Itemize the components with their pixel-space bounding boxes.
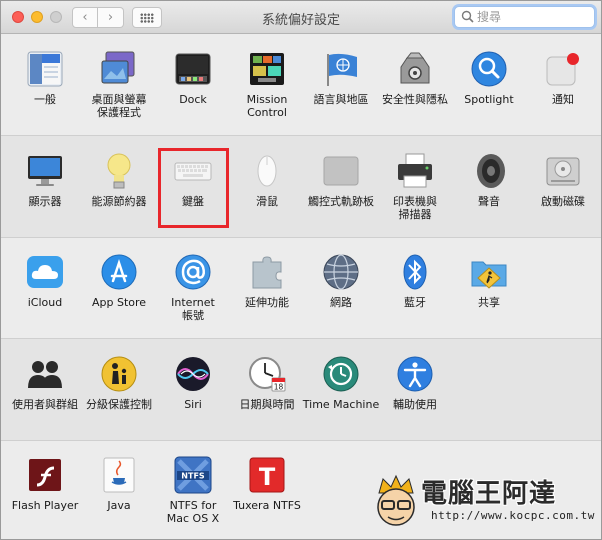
trackpad-icon — [321, 151, 361, 191]
system-preferences-window: ‹ › 系統偏好設定 一般 — [0, 0, 602, 540]
tuxera-icon: T — [247, 455, 287, 495]
pane-label: 啟動磁碟 — [541, 195, 585, 208]
pane-sound[interactable]: 聲音 — [449, 137, 529, 227]
tuxera-icon-text: T — [259, 463, 276, 491]
network-icon — [321, 252, 361, 292]
pane-network[interactable]: 網路 — [301, 238, 381, 328]
pane-users-groups[interactable]: 使用者與群組 — [5, 340, 85, 430]
sound-icon — [469, 151, 509, 191]
pane-accessibility[interactable]: 輔助使用 — [375, 340, 455, 430]
language-region-icon — [321, 49, 361, 89]
pane-ntfs[interactable]: NTFS NTFS for Mac OS X — [153, 441, 233, 531]
pane-label: 通知 — [552, 93, 574, 106]
pane-parental-controls[interactable]: 分級保護控制 — [79, 340, 159, 430]
mascot-icon — [377, 474, 415, 526]
java-icon — [99, 455, 139, 495]
search-icon — [461, 10, 474, 23]
icloud-icon — [25, 252, 65, 292]
pane-desktop-screensaver[interactable]: 桌面與螢幕 保護程式 — [79, 35, 159, 125]
pane-flash-player[interactable]: Flash Player — [5, 441, 85, 531]
date-time-icon: 18 — [247, 354, 287, 394]
pane-time-machine[interactable]: Time Machine — [301, 340, 381, 430]
pane-label: Tuxera NTFS — [233, 499, 301, 512]
pane-internet-accounts[interactable]: Internet 帳號 — [153, 238, 233, 328]
general-icon — [25, 49, 65, 89]
pane-spotlight[interactable]: Spotlight — [449, 35, 529, 125]
pane-general[interactable]: 一般 — [5, 35, 85, 125]
keyboard-highlight-box — [158, 148, 229, 228]
watermark-text: 電腦王阿達 — [421, 479, 557, 509]
watermark-url: http://www.kocpc.com.tw — [431, 509, 595, 522]
pane-label: 共享 — [478, 296, 500, 309]
pane-tuxera[interactable]: T Tuxera NTFS — [227, 441, 307, 531]
pane-displays[interactable]: 顯示器 — [5, 137, 85, 227]
energy-saver-icon — [99, 151, 139, 191]
users-groups-icon — [25, 354, 65, 394]
pane-dock[interactable]: Dock — [153, 35, 233, 125]
time-machine-icon — [321, 354, 361, 394]
search-field[interactable] — [454, 6, 595, 28]
spotlight-icon — [469, 49, 509, 89]
siri-icon — [173, 354, 213, 394]
dock-icon — [173, 49, 213, 89]
watermark: 電腦王阿達 http://www.kocpc.com.tw — [371, 471, 595, 531]
ntfs-icon-text: NTFS — [181, 472, 205, 481]
pane-notifications[interactable]: 通知 — [523, 35, 601, 125]
flash-player-icon — [25, 455, 65, 495]
app-store-icon — [99, 252, 139, 292]
pane-printers-scanners[interactable]: 印表機與 掃描器 — [375, 137, 455, 227]
notifications-icon — [543, 49, 583, 89]
desktop-screensaver-icon — [99, 49, 139, 89]
pane-language-region[interactable]: 語言與地區 — [301, 35, 381, 125]
title-bar: ‹ › 系統偏好設定 — [1, 1, 601, 34]
sharing-icon — [469, 252, 509, 292]
pane-energy-saver[interactable]: 能源節約器 — [79, 137, 159, 227]
printers-scanners-icon — [395, 151, 435, 191]
bluetooth-icon — [395, 252, 435, 292]
pane-mission-control[interactable]: Mission Control — [227, 35, 307, 125]
pane-java[interactable]: Java — [79, 441, 159, 531]
pane-security-privacy[interactable]: 安全性與隱私 — [375, 35, 455, 125]
accessibility-icon — [395, 354, 435, 394]
pane-app-store[interactable]: App Store — [79, 238, 159, 328]
pane-extensions[interactable]: 延伸功能 — [227, 238, 307, 328]
pane-sharing[interactable]: 共享 — [449, 238, 529, 328]
extensions-icon — [247, 252, 287, 292]
mouse-icon — [247, 151, 287, 191]
pane-icloud[interactable]: iCloud — [5, 238, 85, 328]
pane-trackpad[interactable]: 觸控式軌跡板 — [301, 137, 381, 227]
pane-bluetooth[interactable]: 藍牙 — [375, 238, 455, 328]
search-input[interactable] — [477, 9, 589, 25]
internet-accounts-icon — [173, 252, 213, 292]
calendar-day-text: 18 — [274, 383, 284, 392]
pane-startup-disk[interactable]: 啟動磁碟 — [523, 137, 601, 227]
pane-siri[interactable]: Siri — [153, 340, 233, 430]
ntfs-icon: NTFS — [173, 455, 213, 495]
mission-control-icon — [247, 49, 287, 89]
parental-controls-icon — [99, 354, 139, 394]
startup-disk-icon — [543, 151, 583, 191]
pane-label: 輔助使用 — [393, 398, 437, 411]
pane-mouse[interactable]: 滑鼠 — [227, 137, 307, 227]
pane-date-time[interactable]: 18 日期與時間 — [227, 340, 307, 430]
displays-icon — [25, 151, 65, 191]
security-privacy-icon — [395, 49, 435, 89]
